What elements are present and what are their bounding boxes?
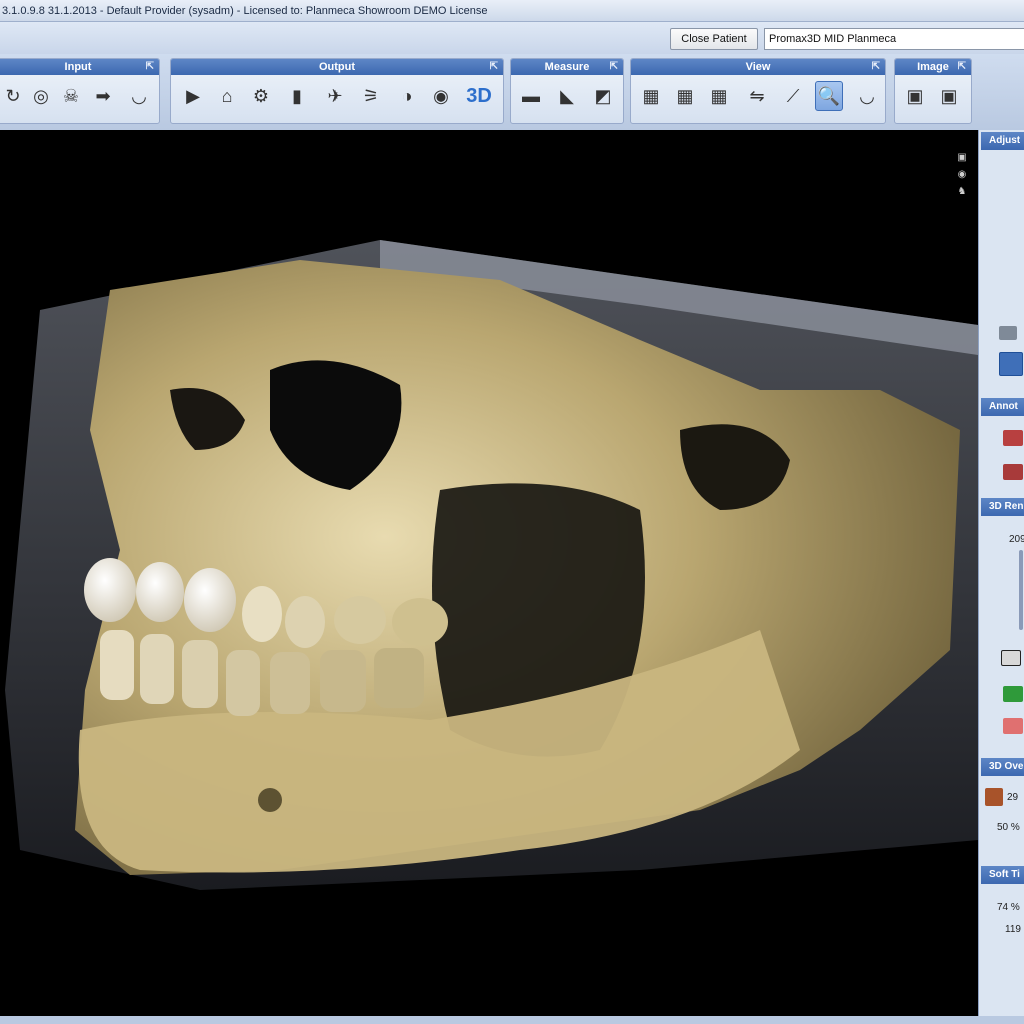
patient-bar: Close Patient Promax3D MID Planmeca (0, 22, 1024, 54)
red-frame-icon[interactable] (1003, 718, 1023, 734)
image-icon[interactable]: ▣ (901, 81, 929, 111)
input-group: Input ⇱ ↻ ◎ ☠ ➡ ◡ (0, 58, 160, 124)
status-strip (0, 1016, 1024, 1024)
image-group: Image ⇱ ▣ ▣ (894, 58, 972, 124)
copy-icon[interactable]: ▣ (956, 152, 968, 163)
pin-icon[interactable]: ⇱ (490, 59, 498, 75)
patient-name-field[interactable]: Promax3D MID Planmeca (764, 28, 1024, 50)
overlay-icon[interactable] (985, 788, 1003, 806)
adjust-panel-header[interactable]: Adjust (981, 132, 1024, 150)
tooth-icon[interactable]: ◎ (27, 81, 55, 111)
overlay-pct: 29 (1007, 792, 1019, 803)
3d-icon[interactable]: 3D (461, 81, 497, 111)
distance-icon[interactable]: ▬ (517, 81, 545, 111)
softtissue-value: 119 (1005, 924, 1021, 935)
annotation-icon[interactable] (1003, 464, 1023, 480)
image-icon[interactable]: ▣ (935, 81, 963, 111)
histogram-icon[interactable] (1001, 650, 1021, 666)
send-icon[interactable]: ✈ (321, 81, 349, 111)
layout-icon[interactable]: ▦ (637, 81, 665, 111)
slice-icon[interactable]: ⟋ (779, 81, 807, 111)
network-icon[interactable]: ⚙ (247, 81, 275, 111)
main-toolbar: Input ⇱ ↻ ◎ ☠ ➡ ◡ Output ⇱ ▶ ⌂ ⚙ ▮ ✈ ⚞ ◑… (0, 54, 1024, 131)
arch-icon[interactable]: ◡ (125, 81, 153, 111)
pano-icon[interactable]: ⚞ (357, 81, 385, 111)
viewport-floor (0, 990, 978, 1016)
flip-icon[interactable]: ⇋ (743, 81, 771, 111)
print-icon[interactable] (999, 326, 1017, 340)
view-group: View ⇱ ▦ ▦ ▦ ⇋ ⟋ 🔍 ◡ (630, 58, 886, 124)
render-value: 209 (1009, 534, 1024, 545)
mental-foramen (258, 788, 282, 812)
measure-group: Measure ⇱ ▬ ◣ ◩ (510, 58, 624, 124)
output-group-title: Output (318, 61, 356, 73)
adjust-tool-icon[interactable] (999, 352, 1023, 376)
skull-render[interactable] (0, 130, 978, 1016)
overlay-percent: 50 % (997, 822, 1020, 833)
pin-icon[interactable]: ⇱ (610, 59, 618, 75)
green-icon[interactable] (1003, 686, 1023, 702)
input-group-header: Input ⇱ (0, 59, 159, 75)
export-icon[interactable]: ▶ (179, 81, 207, 111)
view-group-header: View ⇱ (631, 59, 885, 75)
import-icon[interactable]: ➡ (89, 81, 117, 111)
skull-icon[interactable]: ☠ (57, 81, 85, 111)
measure-group-header: Measure ⇱ (511, 59, 623, 75)
layout-icon[interactable]: ▦ (705, 81, 733, 111)
pin-icon[interactable]: ⇱ (958, 59, 966, 75)
eye-icon[interactable]: ◉ (427, 81, 455, 111)
output-group: Output ⇱ ▶ ⌂ ⚙ ▮ ✈ ⚞ ◑ ◉ 3D (170, 58, 504, 124)
camera-icon[interactable]: ◉ (956, 169, 968, 180)
image-group-title: Image (917, 61, 949, 73)
image-group-header: Image ⇱ (895, 59, 971, 75)
save-icon[interactable]: ▮ (283, 81, 311, 111)
right-panel: Adjust Annot 3D Ren 209 3D Ove 29 50 % S… (978, 130, 1024, 1016)
view-mini-icons: ▣ ◉ ♞ (956, 152, 968, 203)
3d-viewport[interactable]: ▣ ◉ ♞ (0, 130, 978, 1016)
person-icon[interactable]: ♞ (956, 186, 968, 197)
window-title: 3.1.0.9.8 31.1.2013 - Default Provider (… (2, 5, 488, 17)
overlay-panel-header[interactable]: 3D Ove (981, 758, 1024, 776)
input-group-title: Input (64, 61, 92, 73)
annotation-icon[interactable] (1003, 430, 1023, 446)
pin-icon[interactable]: ⇱ (872, 59, 880, 75)
measure-group-title: Measure (544, 61, 590, 73)
close-patient-button[interactable]: Close Patient (670, 28, 758, 50)
output-group-header: Output ⇱ (171, 59, 503, 75)
annotation-panel-header[interactable]: Annot (981, 398, 1024, 416)
window-titlebar: 3.1.0.9.8 31.1.2013 - Default Provider (… (0, 0, 1024, 22)
softtissue-pct: 74 % (997, 902, 1020, 913)
view-group-title: View (745, 61, 771, 73)
render-slider[interactable] (1019, 550, 1023, 630)
render-panel-header[interactable]: 3D Ren (981, 498, 1024, 516)
layout-icon[interactable]: ▦ (671, 81, 699, 111)
print-icon[interactable]: ⌂ (213, 81, 241, 111)
settings-icon[interactable]: ◑ (393, 81, 421, 111)
pin-icon[interactable]: ⇱ (146, 59, 154, 75)
rotate-icon[interactable]: ↻ (0, 81, 27, 111)
arch-icon[interactable]: ◡ (853, 81, 881, 111)
area-icon[interactable]: ◩ (589, 81, 617, 111)
softtissue-panel-header[interactable]: Soft Ti (981, 866, 1024, 884)
zoom-icon[interactable]: 🔍 (815, 81, 843, 111)
angle-icon[interactable]: ◣ (553, 81, 581, 111)
